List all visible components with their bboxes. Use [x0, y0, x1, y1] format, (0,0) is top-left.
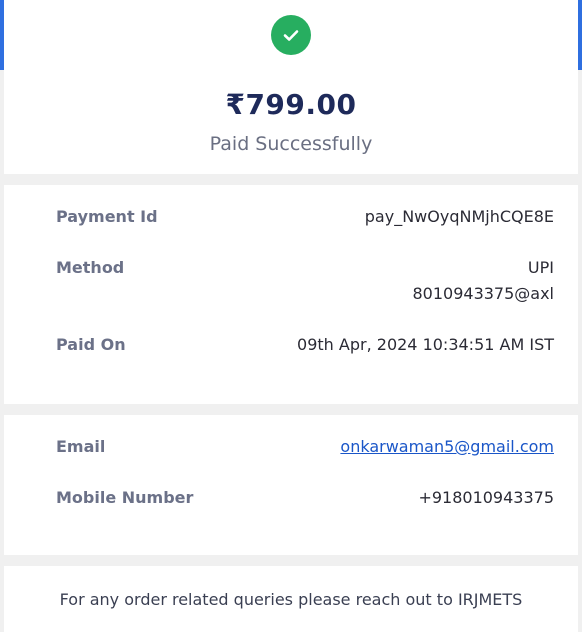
- payment-receipt: ₹799.00 Paid Successfully Payment Id pay…: [0, 0, 582, 632]
- checkmark-icon: [283, 30, 299, 41]
- amount-main: 799: [245, 88, 306, 121]
- payment-details-card: Payment Id pay_NwOyqNMjhCQE8E Method UPI…: [4, 185, 578, 404]
- payment-amount: ₹799.00: [4, 88, 578, 121]
- method-vpa: 8010943375@axl: [412, 284, 554, 303]
- payment-id-label: Payment Id: [56, 207, 158, 226]
- support-message: For any order related queries please rea…: [59, 590, 523, 609]
- accent-bar-right: [578, 0, 582, 70]
- email-value-wrap: onkarwaman5@gmail.com: [340, 437, 554, 456]
- email-link[interactable]: onkarwaman5@gmail.com: [340, 437, 554, 456]
- method-type: UPI: [527, 258, 554, 277]
- support-footer-card: For any order related queries please rea…: [4, 566, 578, 632]
- payment-summary-card: ₹799.00 Paid Successfully: [4, 0, 578, 174]
- method-label: Method: [56, 258, 125, 277]
- payment-id-value: pay_NwOyqNMjhCQE8E: [364, 207, 554, 226]
- email-label: Email: [56, 437, 106, 456]
- currency-symbol: ₹: [225, 88, 246, 121]
- mobile-number-label: Mobile Number: [56, 488, 194, 507]
- paid-on-value: 09th Apr, 2024 10:34:51 AM IST: [297, 335, 554, 354]
- amount-decimal: .00: [305, 88, 357, 121]
- mobile-number-value: +918010943375: [418, 488, 554, 507]
- paid-on-label: Paid On: [56, 335, 126, 354]
- check-circle-icon: [271, 15, 311, 55]
- contact-details-card: Email onkarwaman5@gmail.com Mobile Numbe…: [4, 415, 578, 555]
- payment-status: Paid Successfully: [209, 133, 373, 155]
